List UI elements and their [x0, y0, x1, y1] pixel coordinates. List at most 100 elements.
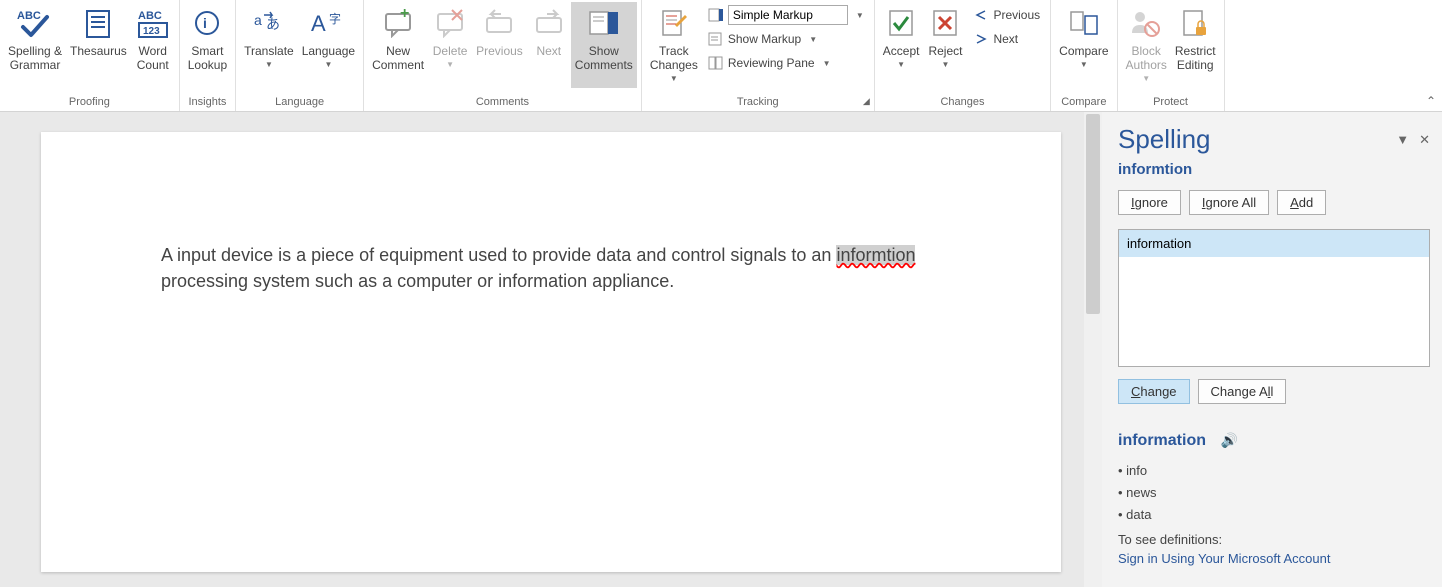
- restrict-editing-button[interactable]: Restrict Editing: [1171, 2, 1220, 88]
- chevron-down-icon: ▼: [809, 35, 817, 44]
- accept-icon: [886, 4, 916, 42]
- speaker-icon[interactable]: 🔊: [1220, 432, 1237, 449]
- previous-change-icon: [973, 7, 989, 23]
- svg-text:123: 123: [143, 26, 160, 37]
- group-comments-label: Comments: [476, 94, 529, 111]
- pane-close-button[interactable]: ✕: [1419, 132, 1430, 148]
- group-insights-label: Insights: [188, 94, 226, 111]
- compare-label: Compare: [1059, 44, 1108, 58]
- chevron-down-icon: ▼: [446, 60, 454, 69]
- svg-text:+: +: [400, 8, 409, 22]
- show-comments-button[interactable]: Show Comments: [571, 2, 637, 88]
- next-change-button[interactable]: Next: [969, 28, 1044, 50]
- group-compare-label: Compare: [1061, 94, 1106, 111]
- delete-comment-label: Delete: [433, 44, 468, 58]
- thesaurus-button[interactable]: Thesaurus: [66, 2, 131, 88]
- ignore-all-button[interactable]: Ignore All: [1189, 190, 1269, 215]
- chevron-down-icon: ▼: [265, 60, 273, 69]
- next-comment-button[interactable]: Next: [527, 2, 571, 88]
- synonym-item: news: [1118, 482, 1430, 504]
- block-authors-label: Block Authors: [1126, 44, 1167, 72]
- smart-lookup-button[interactable]: i Smart Lookup: [184, 2, 231, 88]
- svg-text:A: A: [311, 11, 326, 36]
- synonyms-list: info news data: [1118, 460, 1430, 526]
- show-markup-button[interactable]: Show Markup ▼: [704, 28, 868, 50]
- document-area: A input device is a piece of equipment u…: [0, 112, 1102, 587]
- flagged-word: informtion: [1118, 161, 1430, 178]
- add-button[interactable]: Add: [1277, 190, 1326, 215]
- spelling-grammar-label: Spelling & Grammar: [8, 44, 62, 72]
- document-paragraph[interactable]: A input device is a piece of equipment u…: [161, 242, 941, 294]
- svg-text:i: i: [203, 15, 207, 31]
- next-comment-icon: [533, 4, 565, 42]
- suggestion-item[interactable]: information: [1119, 230, 1429, 257]
- chevron-down-icon: ▼: [942, 60, 950, 69]
- signin-link[interactable]: Sign in Using Your Microsoft Account: [1118, 551, 1430, 566]
- pane-options-button[interactable]: ▼: [1396, 132, 1409, 148]
- compare-button[interactable]: Compare ▼: [1055, 2, 1112, 88]
- change-all-button[interactable]: Change All: [1198, 379, 1287, 404]
- chevron-down-icon: ▼: [856, 11, 864, 20]
- show-markup-icon: [708, 31, 724, 47]
- translate-icon: aあ: [252, 4, 286, 42]
- previous-change-button[interactable]: Previous: [969, 4, 1044, 26]
- chevron-down-icon: ▼: [1080, 60, 1088, 69]
- ribbon: ABC Spelling & Grammar Thesaurus ABC 123 …: [0, 0, 1442, 112]
- change-button[interactable]: Change: [1118, 379, 1190, 404]
- group-protect-label: Protect: [1153, 94, 1188, 111]
- group-protect: Block Authors ▼ Restrict Editing Protect: [1118, 0, 1225, 111]
- accept-button[interactable]: Accept ▼: [879, 2, 924, 88]
- reject-button[interactable]: Reject ▼: [923, 2, 967, 88]
- svg-text:ABC: ABC: [138, 10, 162, 22]
- spelling-pane-title: Spelling: [1118, 124, 1211, 155]
- synonym-item: data: [1118, 504, 1430, 526]
- restrict-editing-label: Restrict Editing: [1175, 44, 1216, 72]
- svg-text:字: 字: [329, 11, 341, 26]
- chevron-down-icon: ▼: [324, 60, 332, 69]
- block-authors-button[interactable]: Block Authors ▼: [1122, 2, 1171, 88]
- track-changes-button[interactable]: Track Changes ▼: [646, 2, 702, 88]
- smart-lookup-icon: i: [192, 4, 222, 42]
- show-comments-label: Show Comments: [575, 44, 633, 72]
- doc-text-before: A input device is a piece of equipment u…: [161, 245, 836, 265]
- thesaurus-label: Thesaurus: [70, 44, 127, 58]
- tracking-dialog-launcher[interactable]: ◢: [863, 96, 870, 107]
- language-label: Language: [302, 44, 355, 58]
- compare-icon: [1068, 4, 1100, 42]
- new-comment-icon: +: [382, 4, 414, 42]
- word-count-button[interactable]: ABC 123 Word Count: [131, 2, 175, 88]
- translate-button[interactable]: aあ Translate ▼: [240, 2, 298, 88]
- doc-text-after: processing system such as a computer or …: [161, 271, 674, 291]
- vertical-scrollbar[interactable]: ▴: [1084, 112, 1102, 587]
- markup-dropdown-input[interactable]: [728, 5, 848, 25]
- group-language: aあ Translate ▼ A字 Language ▼ Language: [236, 0, 364, 111]
- collapse-ribbon-button[interactable]: ⌃: [1426, 94, 1436, 108]
- suggestions-list[interactable]: information: [1118, 229, 1430, 367]
- language-button[interactable]: A字 Language ▼: [298, 2, 359, 88]
- smart-lookup-label: Smart Lookup: [188, 44, 227, 72]
- next-change-label: Next: [993, 32, 1018, 46]
- previous-comment-icon: [483, 4, 515, 42]
- document-page[interactable]: A input device is a piece of equipment u…: [41, 132, 1061, 572]
- word-count-label: Word Count: [137, 44, 169, 72]
- track-changes-icon: [659, 4, 689, 42]
- spelling-check-icon: ABC: [17, 4, 53, 42]
- chevron-down-icon: ▼: [1142, 74, 1150, 83]
- ignore-button[interactable]: Ignore: [1118, 190, 1181, 215]
- scroll-thumb[interactable]: [1086, 114, 1100, 314]
- delete-comment-button[interactable]: Delete ▼: [428, 2, 472, 88]
- reviewing-pane-label: Reviewing Pane: [728, 56, 815, 70]
- display-for-review-dropdown[interactable]: ▼: [704, 4, 868, 26]
- group-changes-label: Changes: [940, 94, 984, 111]
- previous-comment-button[interactable]: Previous: [472, 2, 527, 88]
- synonym-item: info: [1118, 460, 1430, 482]
- accept-label: Accept: [883, 44, 920, 58]
- spelling-grammar-button[interactable]: ABC Spelling & Grammar: [4, 2, 66, 88]
- language-icon: A字: [311, 4, 345, 42]
- block-authors-icon: [1130, 4, 1162, 42]
- new-comment-button[interactable]: + New Comment: [368, 2, 428, 88]
- misspelled-word[interactable]: informtion: [836, 245, 915, 265]
- previous-change-label: Previous: [993, 8, 1040, 22]
- reviewing-pane-button[interactable]: Reviewing Pane ▼: [704, 52, 868, 74]
- definition-word: information: [1118, 432, 1206, 450]
